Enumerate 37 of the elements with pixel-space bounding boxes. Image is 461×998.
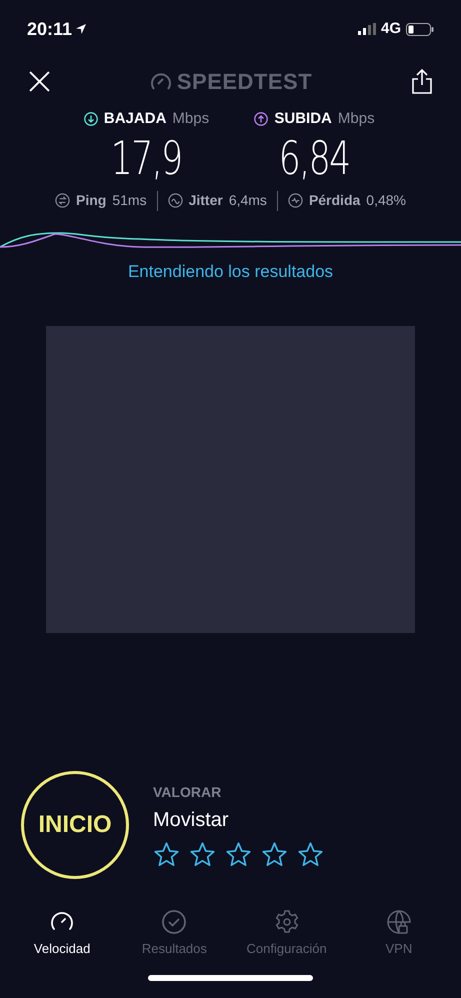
stat-label: Ping	[76, 191, 106, 210]
settings-icon	[274, 908, 300, 934]
signal-icon	[358, 23, 376, 35]
rating-star[interactable]	[189, 840, 216, 868]
check-circle-icon	[161, 908, 188, 934]
rating-heading: VALORAR	[153, 782, 222, 802]
provider-name: Movistar	[153, 808, 230, 832]
location-arrow-icon	[75, 23, 88, 35]
stat-label: Pérdida	[308, 191, 360, 210]
stat-value: 6,4ms	[228, 191, 267, 210]
rating-star[interactable]	[297, 840, 324, 868]
wave-icon	[168, 193, 183, 208]
start-button[interactable]: INICIO	[21, 770, 129, 878]
rating-star[interactable]	[261, 840, 288, 868]
result-value: 6,84	[279, 130, 350, 184]
result-label: BAJADA	[104, 109, 166, 129]
ping-icon	[55, 193, 70, 208]
network-type: 4G	[380, 18, 401, 39]
rating-star[interactable]	[225, 840, 252, 868]
globe-lock-icon	[386, 908, 412, 934]
nav-tab[interactable]: Velocidad	[7, 908, 118, 958]
result-unit: Mbps	[172, 109, 210, 129]
stat-value: 0,48%	[366, 191, 406, 210]
result-unit: Mbps	[338, 109, 375, 129]
result-value: 17,9	[111, 130, 182, 184]
battery-icon	[406, 22, 434, 36]
result-label: SUBIDA	[274, 109, 332, 129]
rating-star[interactable]	[153, 840, 180, 868]
share-icon[interactable]	[412, 68, 432, 94]
status-time: 20:11	[27, 18, 72, 40]
stat-value: 51ms	[112, 191, 147, 210]
speedometer-icon	[150, 71, 172, 91]
stat-label: Jitter	[188, 191, 223, 210]
results-info-link[interactable]: Entendiendo los resultados	[128, 258, 334, 284]
pulse-icon	[288, 193, 303, 208]
close-icon[interactable]	[29, 70, 50, 92]
app-logo-text: SPEEDTEST	[176, 68, 312, 96]
